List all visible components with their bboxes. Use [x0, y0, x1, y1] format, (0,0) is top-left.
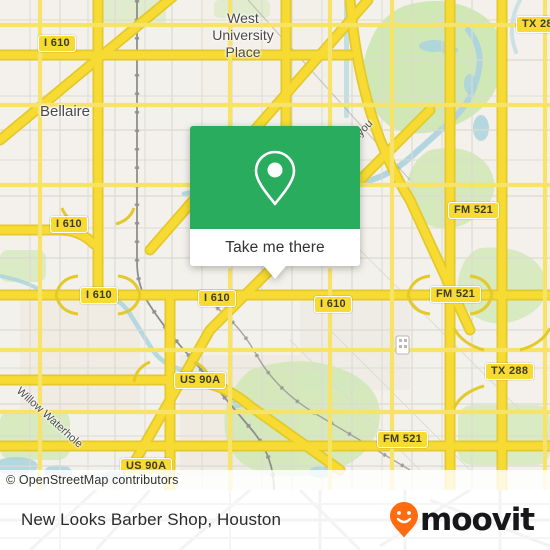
location-popup-card[interactable]: Take me there	[190, 126, 360, 279]
shield-fm-521-e: FM 521	[430, 286, 482, 303]
take-me-there-button[interactable]: Take me there	[190, 229, 360, 266]
popup-header	[190, 126, 360, 229]
footer-bar: New Looks Barber Shop, Houston moovit	[0, 490, 550, 550]
map-label-bellaire: Bellaire	[40, 103, 91, 120]
location-pin-icon	[254, 150, 296, 205]
map-viewport[interactable]: West University Place Bellaire Bayou Wil…	[0, 0, 550, 490]
map-attribution: © OpenStreetMap contributors	[0, 470, 550, 490]
moovit-wordmark: moovit	[420, 501, 535, 538]
page-title-text: New Looks Barber Shop, Houston	[21, 510, 282, 529]
shield-fm-521-s: FM 521	[377, 431, 429, 448]
map-label-west-university-place: West University Place	[212, 10, 274, 60]
moovit-logo[interactable]: moovit	[389, 490, 535, 550]
shield-i-610-w: I 610	[50, 216, 88, 233]
poi-building-icon	[395, 335, 410, 355]
page-title: New Looks Barber Shop, Houston	[21, 490, 281, 550]
shield-i-610-sw: I 610	[80, 287, 118, 304]
shield-tx-288-e: TX 288	[485, 363, 535, 380]
shield-tx-288-n: TX 288	[516, 16, 550, 33]
shield-i-610-s: I 610	[198, 290, 236, 307]
popup-pointer	[264, 266, 286, 279]
shield-i-610-nw: I 610	[38, 35, 76, 52]
map-screenshot: West University Place Bellaire Bayou Wil…	[0, 0, 550, 550]
take-me-there-label: Take me there	[225, 238, 325, 256]
shield-fm-521-ne: FM 521	[448, 202, 500, 219]
shield-i-610-se: I 610	[314, 296, 352, 313]
shield-us-90a-w: US 90A	[174, 372, 227, 389]
moovit-pin-icon	[390, 502, 419, 538]
attribution-text: © OpenStreetMap contributors	[6, 473, 179, 487]
